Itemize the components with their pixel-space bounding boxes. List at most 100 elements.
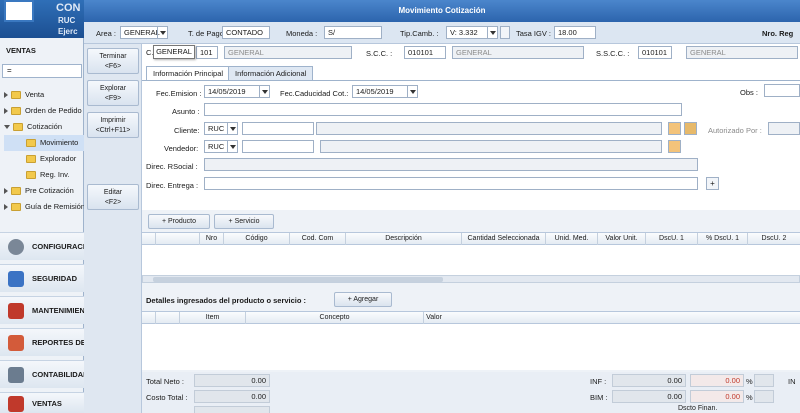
costo-total-label: Costo Total : [146,393,188,402]
tab-informacion-principal[interactable]: Información Principal [146,66,231,80]
fec-emision-label: Fec.Emision : [156,89,202,98]
tab-informacion-adicional[interactable]: Información Adicional [228,66,314,80]
direc-rsocial-field [204,158,698,171]
tree-item-reg-inv[interactable]: Reg. Inv. [4,167,84,183]
col-valor[interactable]: Valor [424,312,444,324]
tree-item-pre-cotizacion[interactable]: Pre Cotización [4,183,84,199]
totals-panel: Total Neto : 0.00 Costo Total : 0.00 INF… [142,372,800,413]
add-producto-button[interactable]: + Producto [148,214,210,229]
tpago-field[interactable]: CONTADO [222,26,270,39]
c-desc-field: GENERAL [224,46,352,59]
editar-button[interactable]: Editar <F2> [87,184,139,210]
calendar-dropdown-icon[interactable] [259,86,269,97]
tasaigv-field[interactable]: 18.00 [554,26,596,39]
fec-emision-field[interactable]: 14/05/2019 [204,85,270,98]
details-area: Detalles ingresados del producto o servi… [142,290,800,372]
checkbox-column-header [156,312,180,324]
collapse-icon[interactable] [4,125,10,130]
sscc-desc-field: GENERAL [686,46,798,59]
sscc-code-field[interactable]: 010101 [638,46,672,59]
vendedor-label: Vendedor: [164,144,199,153]
c-code-field[interactable]: 101 [196,46,218,59]
terminar-button[interactable]: Terminar <F6> [87,48,139,74]
tree-item-explorador[interactable]: Explorador [4,151,84,167]
expand-icon[interactable] [4,108,8,115]
nav-contabilidad[interactable]: CONTABILIDAD [0,360,84,388]
items-grid-body[interactable] [142,245,800,275]
scc-code-field[interactable]: 010101 [404,46,446,59]
edit-icon[interactable] [668,140,681,153]
details-grid-body[interactable] [142,324,800,370]
obs-label: Obs : [740,88,758,97]
items-grid-area: + Producto + Servicio Nro Código Cod. Co… [142,210,800,290]
cliente-tipo-select[interactable]: RUC [204,122,238,135]
edit-icon[interactable] [668,122,681,135]
col-pct-dscu1[interactable]: % DscU. 1 [698,233,748,245]
col-codigo[interactable]: Código [224,233,290,245]
details-grid-header: Item Concepto Valor [142,311,800,324]
area-tooltip: GENERAL [153,45,195,59]
col-item[interactable]: Item [180,312,246,324]
sidebar-search-input[interactable]: = [2,64,82,78]
tipcamb-arrow-button[interactable] [500,26,510,39]
col-dscu2[interactable]: DscU. 2 [748,233,800,245]
company-ruc: RUC [58,16,76,25]
vendedor-tipo-select[interactable]: RUC [204,140,238,153]
tree-item-orden-pedido[interactable]: Orden de Pedido [4,103,84,119]
items-grid-header: Nro Código Cod. Com Descripción Cantidad… [142,232,800,245]
obs-field[interactable] [764,84,800,97]
asunto-field[interactable] [204,103,682,116]
horizontal-scrollbar[interactable] [142,275,800,283]
search-client-icon[interactable] [684,122,697,135]
sscc-label: S.S.C.C. : [596,49,630,58]
calendar-dropdown-icon[interactable] [407,86,417,97]
fec-caducidad-field[interactable]: 14/05/2019 [352,85,418,98]
scrollbar-thumb[interactable] [153,277,443,282]
tree-item-cotizacion[interactable]: Cotización [4,119,84,135]
dscto-finan-label: Dscto Finan. [678,405,718,412]
chevron-down-icon[interactable] [157,27,167,38]
autorizado-label: Autorizado Por : [708,126,762,135]
expand-icon[interactable] [4,188,8,195]
imprimir-button[interactable]: Imprimir <Ctrl+F11> [87,112,139,138]
col-cod-com[interactable]: Cod. Com [290,233,346,245]
vendedor-doc-field[interactable] [242,140,314,153]
folder-icon [26,139,36,148]
explorar-button[interactable]: Explorar <F9> [87,80,139,106]
nav-seguridad[interactable]: SEGURIDAD [0,264,84,292]
add-direccion-button[interactable]: + [706,177,719,190]
autorizado-field [768,122,800,135]
moneda-field[interactable]: S/ [324,26,382,39]
cliente-doc-field[interactable] [242,122,314,135]
inf-red-value: 0.00 [690,374,744,387]
tree-item-guia-remision[interactable]: Guía de Remisión [4,199,84,215]
tree-item-movimiento[interactable]: Movimiento [4,135,84,151]
expand-icon[interactable] [4,92,8,99]
col-nro[interactable]: Nro [200,233,224,245]
nav-reportes[interactable]: REPORTES DE [0,328,84,356]
nav-mantenimiento[interactable]: MANTENIMIENTO [0,296,84,324]
header-toolbar: Area : GENERAL T. de Pago : CONTADO Mone… [84,22,800,44]
col-unid-med[interactable]: Unid. Med. [546,233,598,245]
add-servicio-button[interactable]: + Servicio [214,214,274,229]
nav-configuracion[interactable]: CONFIGURACIÓN [0,232,84,260]
col-dscu1[interactable]: DscU. 1 [646,233,698,245]
expand-icon[interactable] [4,204,8,211]
agregar-button[interactable]: + Agregar [334,292,392,307]
col-concepto[interactable]: Concepto [246,312,424,324]
chevron-down-icon[interactable] [227,141,237,152]
col-descripcion[interactable]: Descripción [346,233,462,245]
col-cantidad[interactable]: Cantidad Seleccionada [462,233,546,245]
direc-rsocial-label: Direc. RSocial : [146,162,198,171]
area-select[interactable]: GENERAL [120,26,168,39]
lock-icon [8,271,24,287]
tree-item-venta[interactable]: Venta [4,87,84,103]
direc-entrega-field[interactable] [204,177,698,190]
nav-ventas[interactable]: VENTAS [0,392,84,413]
chevron-down-icon[interactable] [227,123,237,134]
bim-label: BIM : [590,393,608,402]
tipcamb-select[interactable]: V: 3.332 [446,26,498,39]
gear-icon [8,239,24,255]
chevron-down-icon[interactable] [487,27,497,38]
col-valor-unit[interactable]: Valor Unit. [598,233,646,245]
